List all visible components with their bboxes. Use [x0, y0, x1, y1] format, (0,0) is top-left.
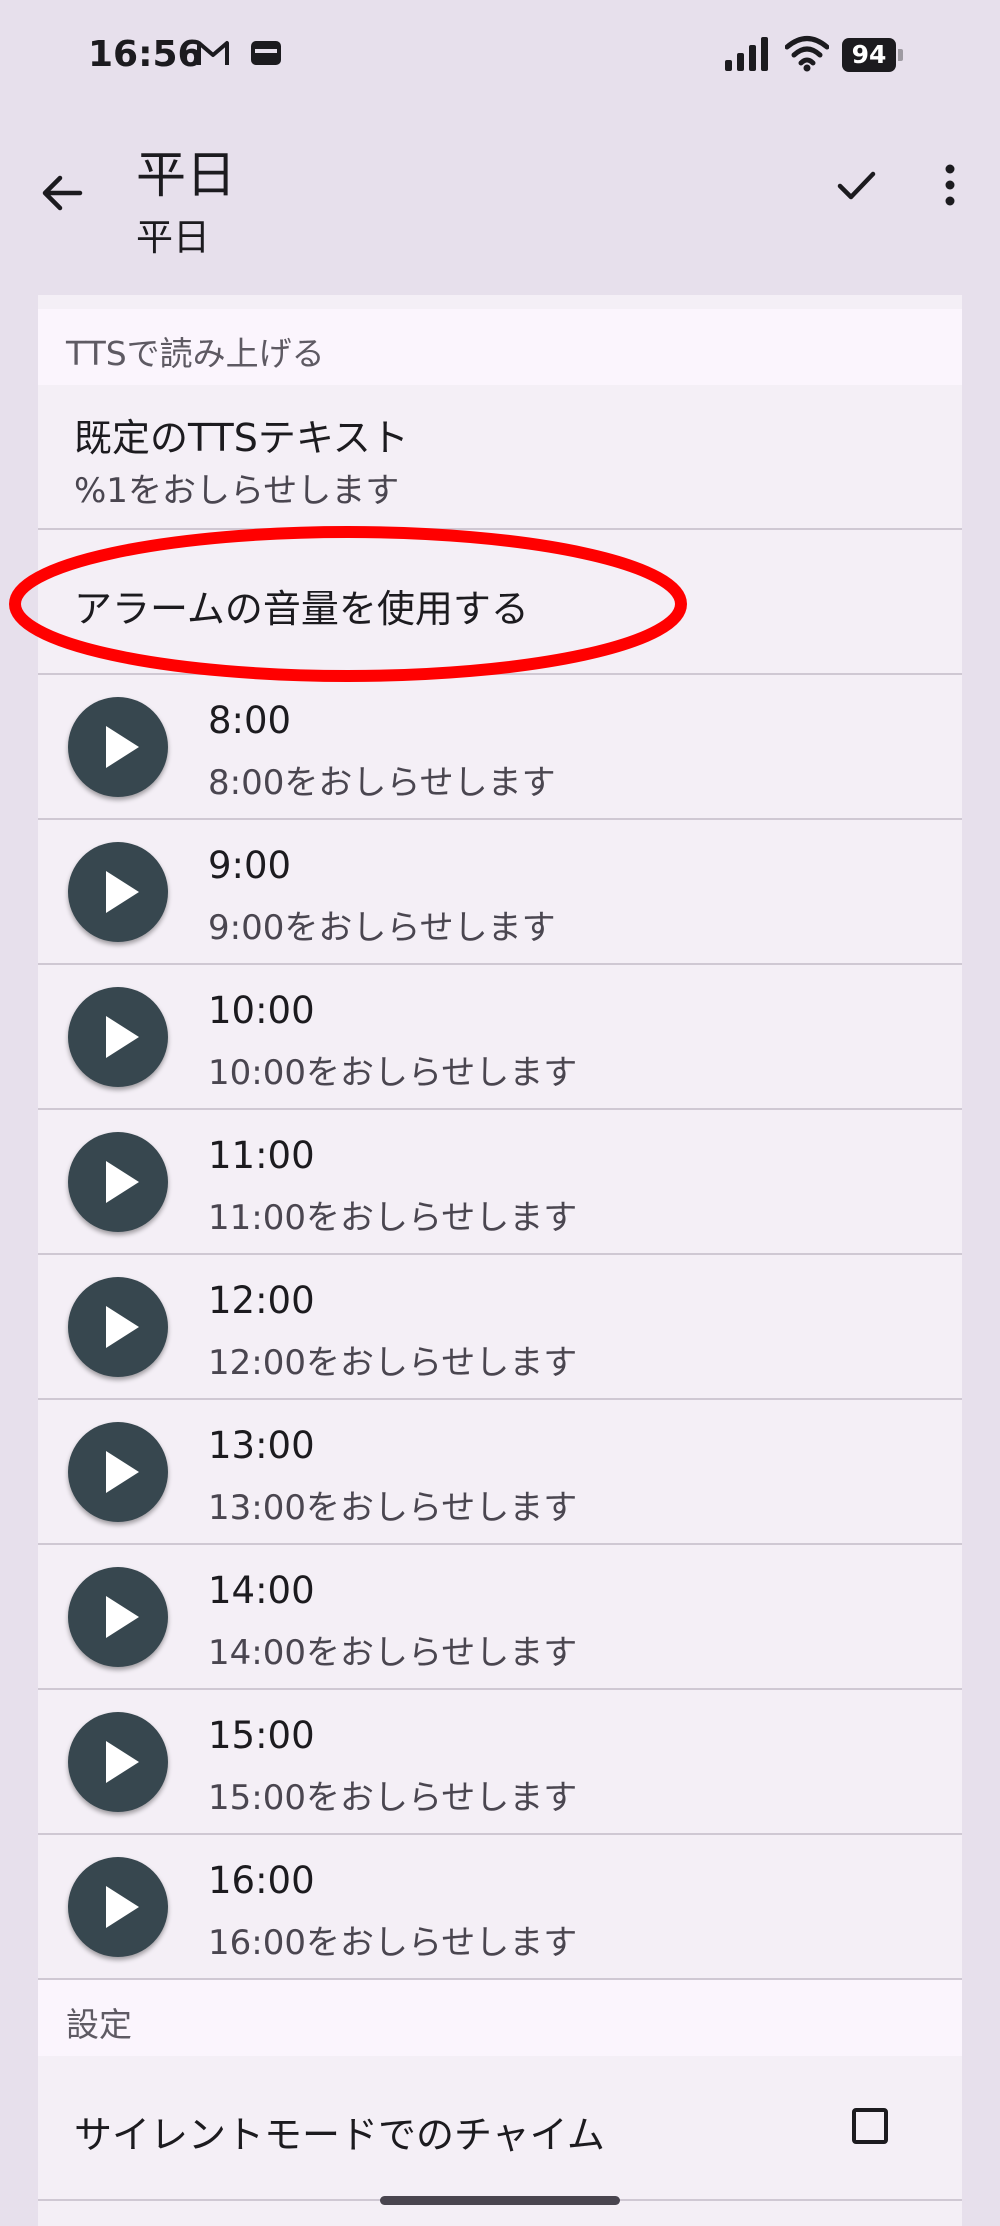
chime-item[interactable]: 9:00 9:00をおしらせします: [38, 820, 962, 965]
check-icon[interactable]: [832, 161, 880, 209]
card-icon: [251, 41, 281, 65]
chime-time: 14:00: [208, 1569, 315, 1612]
chime-text: 11:00をおしらせします: [208, 1198, 578, 1238]
play-button[interactable]: [68, 1567, 168, 1667]
status-time: 16:56: [88, 34, 203, 75]
battery-icon: 94: [842, 38, 904, 72]
chime-time: 13:00: [208, 1424, 315, 1467]
silent-mode-label: サイレントモードでのチャイム: [74, 2113, 605, 2157]
chime-time: 10:00: [208, 989, 315, 1032]
settings-section-title: 設定: [66, 2005, 132, 2044]
chime-text: 14:00をおしらせします: [208, 1633, 578, 1673]
highlight-annotation: [9, 526, 687, 682]
play-button[interactable]: [68, 697, 168, 797]
chime-time: 8:00: [208, 699, 292, 742]
chime-item[interactable]: 12:00 12:00をおしらせします: [38, 1255, 962, 1400]
page-subtitle: 平日: [136, 216, 210, 259]
chime-time: 9:00: [208, 844, 292, 887]
chime-text: 12:00をおしらせします: [208, 1343, 578, 1383]
tts-section-title: TTSで読み上げる: [66, 334, 325, 373]
play-icon: [106, 1886, 139, 1928]
back-arrow-icon[interactable]: [36, 167, 88, 219]
play-button[interactable]: [68, 987, 168, 1087]
settings-section-header: 設定: [38, 1980, 962, 2056]
default-tts-title: 既定のTTSテキスト: [74, 416, 409, 460]
chime-time: 16:00: [208, 1859, 315, 1902]
chime-time: 15:00: [208, 1714, 315, 1757]
gmail-icon: [197, 41, 229, 65]
play-button[interactable]: [68, 842, 168, 942]
silent-mode-row[interactable]: サイレントモードでのチャイム: [38, 2056, 962, 2201]
silent-mode-checkbox[interactable]: [852, 2108, 888, 2144]
play-icon: [106, 1596, 139, 1638]
wifi-icon: [785, 36, 829, 72]
chime-item[interactable]: 10:00 10:00をおしらせします: [38, 965, 962, 1110]
play-icon: [106, 1016, 139, 1058]
chime-text: 13:00をおしらせします: [208, 1488, 578, 1528]
app-bar: 平日 平日: [0, 115, 1000, 295]
default-tts-text-row[interactable]: 既定のTTSテキスト %1をおしらせします: [38, 385, 962, 530]
play-button[interactable]: [68, 1277, 168, 1377]
more-vert-icon[interactable]: [930, 161, 970, 209]
gesture-bar: [380, 2196, 620, 2205]
chime-item[interactable]: 8:00 8:00をおしらせします: [38, 675, 962, 820]
play-icon: [106, 1741, 139, 1783]
play-button[interactable]: [68, 1712, 168, 1812]
chime-text: 9:00をおしらせします: [208, 908, 556, 948]
page-title: 平日: [136, 146, 236, 204]
chime-item[interactable]: 13:00 13:00をおしらせします: [38, 1400, 962, 1545]
play-icon: [106, 1306, 139, 1348]
play-icon: [106, 726, 139, 768]
status-bar: 16:56 94: [0, 0, 1000, 115]
chime-item[interactable]: 16:00 16:00をおしらせします: [38, 1835, 962, 1980]
chime-item[interactable]: 11:00 11:00をおしらせします: [38, 1110, 962, 1255]
battery-tip: [898, 49, 903, 61]
chime-text: 8:00をおしらせします: [208, 763, 556, 803]
play-icon: [106, 1451, 139, 1493]
play-button[interactable]: [68, 1422, 168, 1522]
chime-item[interactable]: 14:00 14:00をおしらせします: [38, 1545, 962, 1690]
signal-icon: [725, 37, 768, 71]
chime-text: 16:00をおしらせします: [208, 1923, 578, 1963]
chime-time: 11:00: [208, 1134, 315, 1177]
tts-section-header: TTSで読み上げる: [38, 309, 962, 385]
chime-text: 10:00をおしらせします: [208, 1053, 578, 1093]
chime-item[interactable]: 15:00 15:00をおしらせします: [38, 1690, 962, 1835]
chime-text: 15:00をおしらせします: [208, 1778, 578, 1818]
play-icon: [106, 1161, 139, 1203]
play-button[interactable]: [68, 1132, 168, 1232]
chime-time: 12:00: [208, 1279, 315, 1322]
battery-level: 94: [842, 38, 896, 72]
default-tts-value: %1をおしらせします: [74, 471, 400, 511]
play-button[interactable]: [68, 1857, 168, 1957]
play-icon: [106, 871, 139, 913]
